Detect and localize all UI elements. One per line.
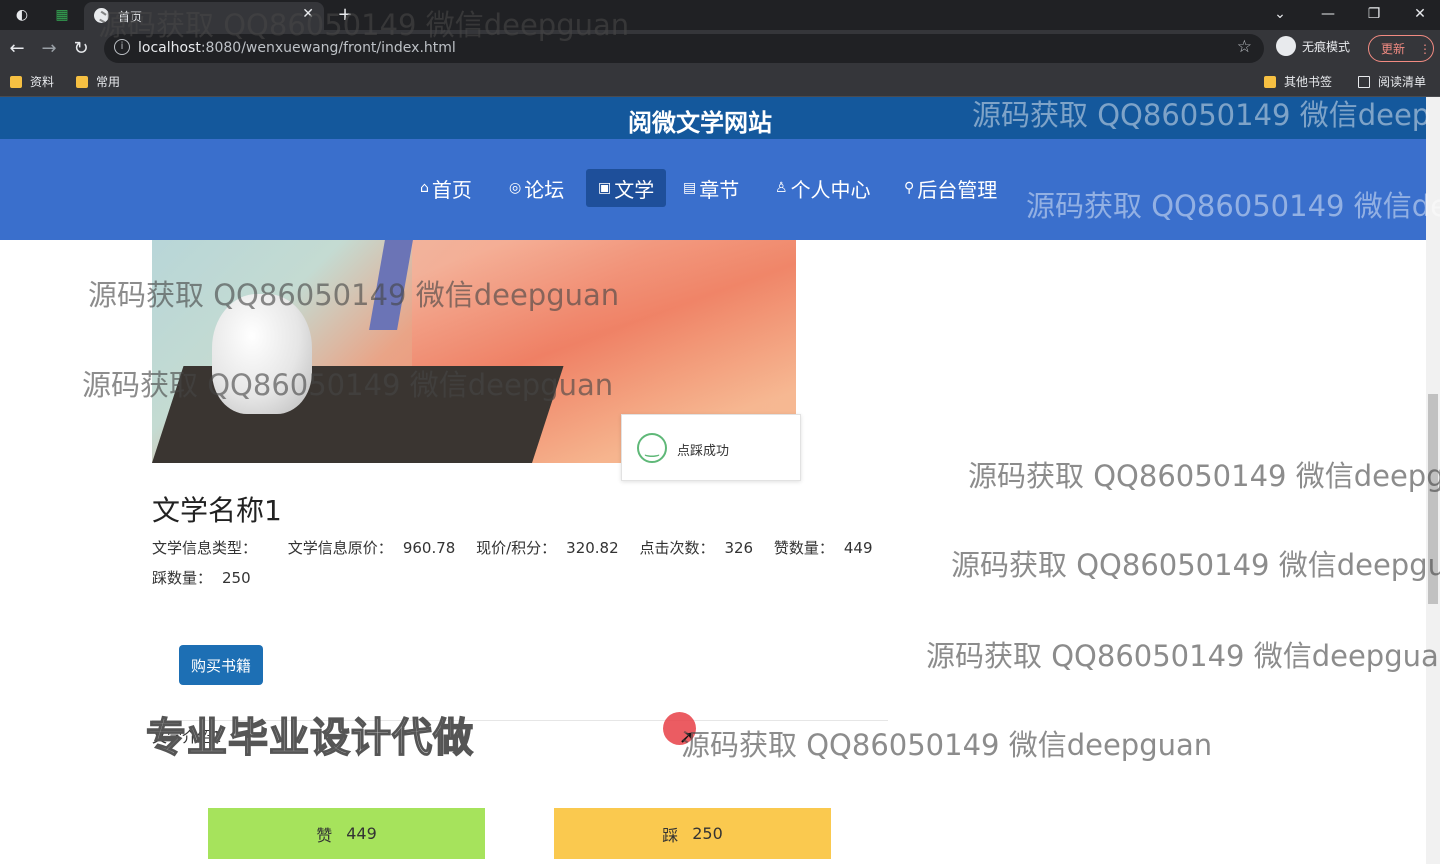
address-toolbar: ← → ↻ i localhost:8080/wenxuewang/front/… [0,30,1440,66]
update-button[interactable]: 更新 ⋮ [1368,35,1434,62]
reading-list[interactable]: 阅读清单 [1358,73,1426,90]
current-price-label: 现价/积分： [476,539,557,557]
tab-title: 首页 [118,10,143,24]
user-icon: ♙ [775,180,788,196]
browser-menu-icon[interactable]: ◐ [12,6,32,24]
bookmark-folder-changyong[interactable]: 常用 [76,73,120,90]
main-nav: ⌂ 首页 ◎ 论坛 ▣ 文学 ▤ 章节 ♙ 个人中心 ⚲ 后台管理 [0,169,1426,209]
folder-icon [10,75,22,88]
book-info-row-2: 踩数量： 250 [152,567,267,588]
dislikes-value: 250 [222,569,251,587]
restore-icon[interactable]: ❐ [1364,4,1384,24]
browser-tab-strip: ◐ ▦ 首页 ✕ + ⌄ — ❐ ✕ [0,0,1440,30]
globe-icon [94,8,109,23]
like-label: 赞 [316,825,333,845]
nav-item-admin[interactable]: ⚲ 后台管理 [892,169,1009,207]
folder-icon [1264,75,1276,88]
nav-item-profile[interactable]: ♙ 个人中心 [763,169,883,207]
tab-list-icon[interactable]: ⌄ [1270,4,1290,24]
back-icon[interactable]: ← [6,38,28,59]
book-info-row-1: 文学信息类型： 文学信息原价： 960.78 现价/积分： 320.82 点击次数：… [152,537,889,558]
bookmark-star-icon[interactable]: ☆ [1237,37,1252,57]
incognito-indicator[interactable]: 无痕模式 [1276,36,1350,56]
bookmark-folder-other[interactable]: 其他书签 [1264,73,1332,90]
kebab-menu-icon[interactable]: ⋮ [1419,42,1431,56]
buy-book-button[interactable]: 购买书籍 [179,645,263,685]
dislike-label: 踩 [662,825,679,845]
folder-icon [76,75,88,88]
close-tab-icon[interactable]: ✕ [302,6,314,22]
watermark: 源码获取 QQ86050149 微信deepgua [926,639,1439,673]
update-label: 更新 [1381,42,1406,56]
site-header: 阅微文学网站 ⌂ 首页 ◎ 论坛 ▣ 文学 ▤ 章节 ♙ 个人中心 ⚲ 后台管理 [0,97,1426,240]
site-info-icon[interactable]: i [114,39,130,55]
url-text[interactable]: localhost:8080/wenxuewang/front/index.ht… [138,40,456,56]
like-count: 449 [346,824,377,843]
like-button[interactable]: 赞 449 [208,808,485,859]
dislike-button[interactable]: 踩 250 [554,808,831,859]
bookmarks-bar: 资料 常用 其他书签 阅读清单 [0,66,1440,97]
cover-censer [212,294,312,414]
tab-search-icon[interactable]: ▦ [52,6,72,24]
close-window-icon[interactable]: ✕ [1410,4,1430,24]
bookmark-folder-ziliao[interactable]: 资料 [10,73,54,90]
site-title: 阅微文学网站 [628,109,772,137]
gift-icon: ▣ [598,180,612,196]
likes-label: 赞数量： [773,539,834,557]
current-price-value: 320.82 [566,539,619,557]
book-icon: ▤ [683,180,697,196]
toast-message: ‿ 点踩成功 [621,414,801,481]
incognito-label: 无痕模式 [1302,39,1351,54]
dislikes-label: 踩数量： [152,569,213,587]
toast-text: 点踩成功 [677,444,730,459]
clicks-label: 点击次数： [639,539,715,557]
browser-tab-active[interactable]: 首页 ✕ [84,2,324,30]
nav-item-chapters[interactable]: ▤ 章节 [671,169,751,207]
reading-list-icon [1358,75,1370,88]
nav-item-home[interactable]: ⌂ 首页 [408,169,484,207]
scrollbar-thumb[interactable] [1428,394,1438,604]
incognito-icon [1276,36,1296,56]
dislike-count: 250 [692,824,723,843]
address-bar[interactable]: i localhost:8080/wenxuewang/front/index.… [104,34,1264,63]
mouse-cursor-icon: ➚ [679,727,695,748]
clicks-value: 326 [724,539,754,557]
reload-icon[interactable]: ↻ [70,38,92,59]
watermark: 源码获取 QQ86050149 微信deepguan [681,728,1213,762]
cover-ribbon [369,240,413,330]
nav-item-forum[interactable]: ◎ 论坛 [497,169,576,207]
minimize-icon[interactable]: — [1318,4,1338,24]
original-price-label: 文学信息原价： [287,539,393,557]
home-icon: ⌂ [420,180,429,196]
forward-icon[interactable]: → [38,38,60,59]
original-price-value: 960.78 [402,539,456,557]
forum-icon: ◎ [509,180,522,196]
promo-stamp: 专业毕业设计代做 [145,714,474,762]
smile-icon: ‿ [637,433,667,463]
new-tab-icon[interactable]: + [336,4,354,25]
likes-value: 449 [843,539,873,557]
link-icon: ⚲ [904,180,915,196]
watermark: 源码获取 QQ86050149 微信deepgu [951,548,1440,582]
watermark: 源码获取 QQ86050149 微信deepg [968,459,1440,493]
nav-item-literature[interactable]: ▣ 文学 [586,169,667,207]
book-title: 文学名称1 [152,494,282,527]
type-label: 文学信息类型： [152,539,258,557]
